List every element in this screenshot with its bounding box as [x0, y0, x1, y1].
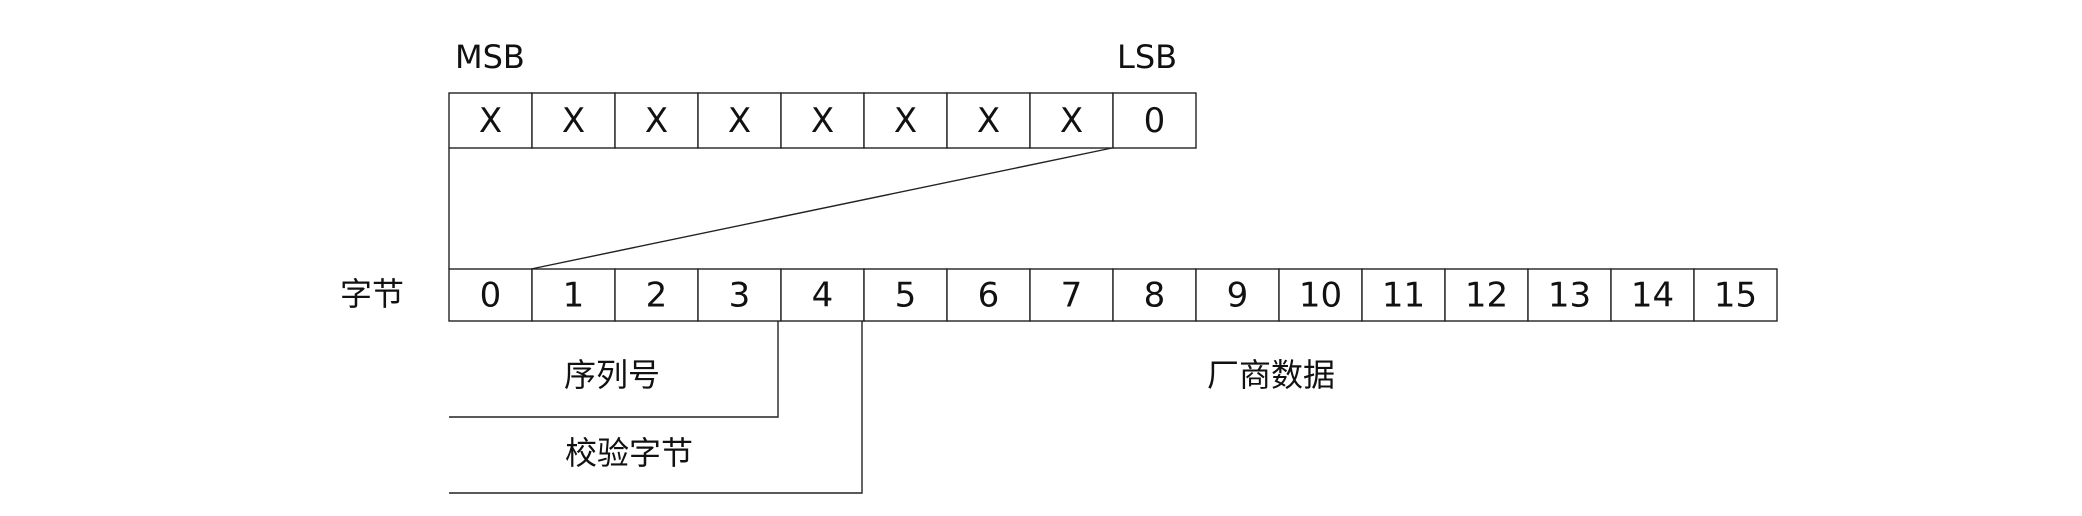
bit-cell-value: X — [645, 101, 668, 141]
bit-cell-value: X — [562, 101, 585, 141]
byte-cell-number: 3 — [729, 276, 751, 316]
bit-cell-value: 0 — [1144, 101, 1166, 141]
byte-cell-number: 13 — [1548, 276, 1591, 316]
byte-cell-number: 10 — [1299, 276, 1342, 316]
bit-cell-value: X — [1060, 101, 1083, 141]
byte-cell-number: 6 — [978, 276, 1000, 316]
byte-cell-number: 0 — [480, 276, 502, 316]
byte-cell-number: 5 — [895, 276, 917, 316]
checksum-byte-label: 校验字节 — [565, 434, 693, 472]
byte-row-label: 字节 — [340, 275, 404, 313]
vendor-data-label: 厂商数据 — [1207, 356, 1335, 394]
byte-cell-number: 4 — [812, 276, 834, 316]
byte-row: 0 1 2 3 4 5 6 7 8 9 10 11 12 13 14 15 — [448, 268, 1778, 322]
byte-cell-number: 14 — [1631, 276, 1674, 316]
bit-cell-value: X — [977, 101, 1000, 141]
bit-cell-value: X — [728, 101, 751, 141]
byte-cell-number: 15 — [1714, 276, 1757, 316]
bit-row: X X X X X X X X 0 — [448, 92, 1197, 149]
byte-cell-number: 9 — [1227, 276, 1249, 316]
byte-cell-number: 7 — [1061, 276, 1083, 316]
bit-cell-value: X — [894, 101, 917, 141]
byte-cell-number: 11 — [1382, 276, 1425, 316]
byte-cell-number: 2 — [646, 276, 668, 316]
byte-cell-number: 1 — [563, 276, 585, 316]
byte-cell-number: 8 — [1144, 276, 1166, 316]
bit-cell-value: X — [479, 101, 502, 141]
lsb-to-byte0-connector — [530, 147, 1113, 270]
msb-label: MSB — [455, 38, 525, 76]
bit-cell-value: X — [811, 101, 834, 141]
byte-cell-number: 12 — [1465, 276, 1508, 316]
serial-number-label: 序列号 — [564, 356, 660, 394]
byte-layout-diagram: MSB LSB 字节 XXXXXXXX0 0 1 2 3 4 5 6 7 8 9 10 11 12 13 1… — [340, 38, 1778, 494]
lsb-label: LSB — [1117, 38, 1177, 76]
